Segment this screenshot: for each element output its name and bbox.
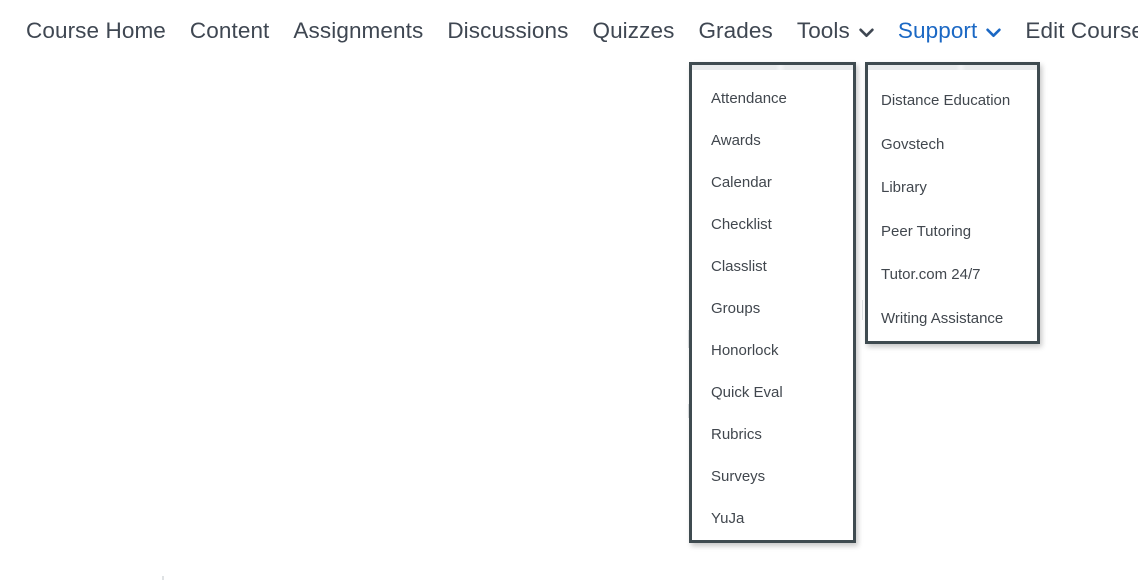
nav-item-quizzes[interactable]: Quizzes [580, 20, 686, 43]
course-navbar: Course Home Content Assignments Discussions… [0, 0, 1138, 63]
tools-menu-item-classlist[interactable]: Classlist [711, 259, 767, 274]
chevron-down-icon [859, 28, 874, 38]
nav-item-discussions[interactable]: Discussions [435, 20, 580, 43]
nav-item-support[interactable]: Support [886, 20, 1014, 43]
tools-dropdown-menu: Attendance Awards Calendar Checklist Classli… [689, 62, 856, 543]
tools-menu-item-calendar[interactable]: Calendar [711, 175, 772, 190]
nav-item-label: Edit Course [1025, 18, 1138, 44]
nav-item-label: Content [189, 18, 270, 44]
tools-dropdown-inner: Attendance Awards Calendar Checklist Classli… [692, 65, 853, 540]
tools-menu-item-checklist[interactable]: Checklist [711, 217, 772, 232]
support-menu-item-tutor-com-24-7[interactable]: Tutor.com 24/7 [881, 267, 981, 282]
tools-menu-item-yuja[interactable]: YuJa [711, 511, 744, 526]
nav-item-grades[interactable]: Grades [686, 20, 784, 43]
nav-item-content[interactable]: Content [178, 20, 282, 43]
nav-item-label: Tools [796, 18, 850, 44]
nav-item-course-home[interactable]: Course Home [14, 20, 178, 43]
tools-menu-item-rubrics[interactable]: Rubrics [711, 427, 762, 442]
nav-item-tools[interactable]: Tools [785, 20, 886, 43]
tools-menu-item-honorlock[interactable]: Honorlock [711, 343, 779, 358]
tools-menu-item-attendance[interactable]: Attendance [711, 91, 787, 106]
support-menu-item-peer-tutoring[interactable]: Peer Tutoring [881, 224, 971, 239]
nav-item-edit-course[interactable]: Edit Course [1013, 20, 1138, 43]
page-artifact-line [862, 300, 863, 320]
support-menu-item-writing-assistance[interactable]: Writing Assistance [881, 311, 1003, 326]
nav-item-label: Grades [698, 18, 773, 44]
nav-item-label: Support [897, 18, 978, 44]
support-menu-item-govstech[interactable]: Govstech [881, 137, 944, 152]
support-menu-item-library[interactable]: Library [881, 180, 927, 195]
nav-item-label: Assignments [293, 18, 424, 44]
support-dropdown-inner: Distance Education Govstech Library Peer Tu… [868, 65, 1037, 341]
chevron-down-icon [986, 28, 1002, 38]
nav-item-label: Quizzes [592, 18, 675, 44]
tools-menu-item-quick-eval[interactable]: Quick Eval [711, 385, 783, 400]
support-menu-item-distance-education[interactable]: Distance Education [881, 93, 1010, 108]
tools-menu-item-surveys[interactable]: Surveys [711, 469, 765, 484]
page-artifact-dot [162, 576, 164, 580]
nav-item-label: Course Home [26, 18, 166, 44]
tools-menu-item-groups[interactable]: Groups [711, 301, 760, 316]
tools-menu-item-awards[interactable]: Awards [711, 133, 761, 148]
nav-item-label: Discussions [447, 18, 569, 44]
nav-item-assignments[interactable]: Assignments [281, 20, 435, 43]
support-dropdown-menu: Distance Education Govstech Library Peer Tu… [865, 62, 1040, 344]
